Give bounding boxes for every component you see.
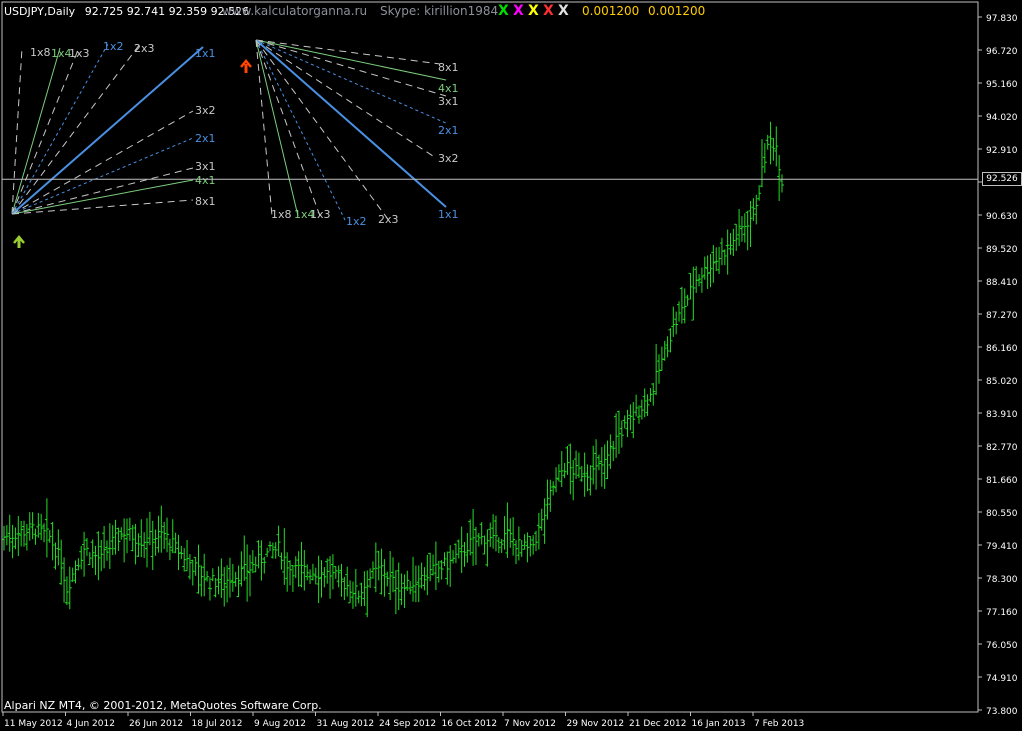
x-tick-label: 9 Aug 2012 (254, 719, 306, 729)
price-chart[interactable]: 1x8 1x41x31x2 2x3 1x13x22x13x14x18x18x14x13… (0, 0, 1022, 731)
y-tick-label: 89.520 (986, 245, 1018, 255)
gann-ray (255, 39, 391, 223)
y-tick-label: 78.300 (986, 575, 1018, 585)
y-tick-label: 79.410 (986, 542, 1018, 552)
gann-ray (255, 39, 273, 217)
indicator-value-1: 0.001200 (582, 4, 640, 18)
x-tick-label: 18 Jul 2012 (192, 719, 243, 729)
x-mark: X (528, 3, 539, 19)
gann-label: 4x1 (195, 174, 216, 187)
x-mark: X (543, 3, 554, 19)
y-tick-label: 95.160 (986, 80, 1018, 90)
gann-ray (11, 49, 79, 215)
gann-ray (11, 179, 194, 215)
gann-label: 3x2 (438, 152, 459, 165)
gann-label: 8x1 (195, 195, 216, 208)
gann-label: 3x1 (438, 95, 459, 108)
current-price-tag: 92.526 (982, 172, 1022, 187)
axes: 97.83096.72095.16094.02092.91091.77090.6… (1, 1, 1018, 729)
up-arrow-icon (13, 235, 25, 248)
gann-label: 1x2 (103, 40, 124, 53)
gann-ray (255, 39, 321, 217)
red-arrow-icon (240, 59, 252, 73)
gann-label: 4x1 (438, 82, 459, 95)
symbol-name: USDJPY,Daily (4, 5, 76, 18)
x-mark: X (513, 3, 524, 19)
gann-ray (11, 43, 141, 215)
y-tick-label: 96.720 (986, 47, 1018, 57)
y-tick-label: 86.160 (986, 344, 1018, 354)
y-tick-label: 83.910 (986, 410, 1018, 420)
gann-label: 1x3 (69, 47, 90, 60)
x-tick-label: 24 Sep 2012 (379, 719, 436, 729)
gann-label: 3x1 (195, 160, 216, 173)
y-tick-label: 90.630 (986, 212, 1018, 222)
gann-ray (11, 43, 109, 215)
y-tick-label: 81.660 (986, 476, 1018, 486)
x-tick-label: 16 Oct 2012 (442, 719, 498, 729)
x-mark: X (558, 3, 569, 19)
gann-label: 1x1 (438, 208, 459, 221)
gann-label: 2x3 (378, 213, 399, 226)
gann-label: 1x8 (271, 208, 292, 221)
ohlc-bars (2, 121, 784, 618)
x-tick-label: 7 Nov 2012 (504, 719, 556, 729)
gann-ray (11, 137, 194, 215)
symbol-label: USDJPY,Daily 92.725 92.741 92.359 92.526 (4, 5, 249, 18)
y-tick-label: 88.410 (986, 278, 1018, 288)
copyright-text: Alpari NZ MT4, © 2001-2012, MetaQuotes S… (4, 699, 322, 712)
y-tick-label: 92.910 (986, 146, 1018, 156)
gann-fans: 1x8 1x41x31x2 2x3 1x13x22x13x14x18x18x14x13… (11, 39, 459, 248)
gann-label: 1x8 (30, 46, 51, 59)
x-mark: X (498, 3, 509, 19)
y-tick-label: 74.910 (986, 674, 1018, 684)
x-tick-label: 16 Jan 2013 (692, 719, 746, 729)
gann-ray (11, 47, 23, 215)
gann-label: 2x1 (438, 124, 459, 137)
gann-label: 1x4 (294, 208, 315, 221)
x-tick-label: 21 Dec 2012 (629, 719, 687, 729)
gann-ray (255, 39, 447, 81)
gann-label: 2x3 (134, 42, 155, 55)
gann-ray (255, 39, 347, 223)
gann-label: 8x1 (438, 61, 459, 74)
x-tick-label: 11 May 2012 (4, 719, 63, 729)
y-tick-label: 94.020 (986, 113, 1018, 123)
y-tick-label: 80.550 (986, 509, 1018, 519)
gann-ray (11, 110, 194, 215)
y-tick-label: 76.050 (986, 641, 1018, 651)
gann-ray (11, 47, 61, 215)
x-tick-label: 7 Feb 2013 (754, 719, 804, 729)
y-tick-label: 77.160 (986, 608, 1018, 618)
y-tick-label: 82.770 (986, 443, 1018, 453)
x-tick-label: 31 Aug 2012 (317, 719, 375, 729)
gann-label: 2x1 (195, 132, 216, 145)
y-tick-label: 85.020 (986, 377, 1018, 387)
indicator-value-2: 0.001200 (648, 4, 706, 18)
gann-ray (255, 39, 299, 217)
y-tick-label: 87.270 (986, 311, 1018, 321)
gann-label: 1x2 (346, 215, 367, 228)
y-tick-label: 73.800 (986, 707, 1018, 717)
gann-label: 1x1 (195, 47, 216, 60)
skype-label: Skype: kirillion1984 (380, 4, 499, 18)
x-tick-label: 4 Jun 2012 (67, 719, 115, 729)
gann-label: 3x2 (195, 104, 216, 117)
gann-ray (255, 39, 447, 208)
plot-border (1, 1, 979, 713)
y-tick-label: 97.830 (986, 14, 1018, 24)
x-tick-label: 26 Jun 2012 (129, 719, 183, 729)
gann-ray (255, 39, 437, 159)
site-label: www.kalculatorganna.ru (222, 4, 368, 18)
gann-ray (11, 46, 204, 215)
x-tick-label: 29 Nov 2012 (567, 719, 625, 729)
gann-ray (255, 39, 447, 97)
